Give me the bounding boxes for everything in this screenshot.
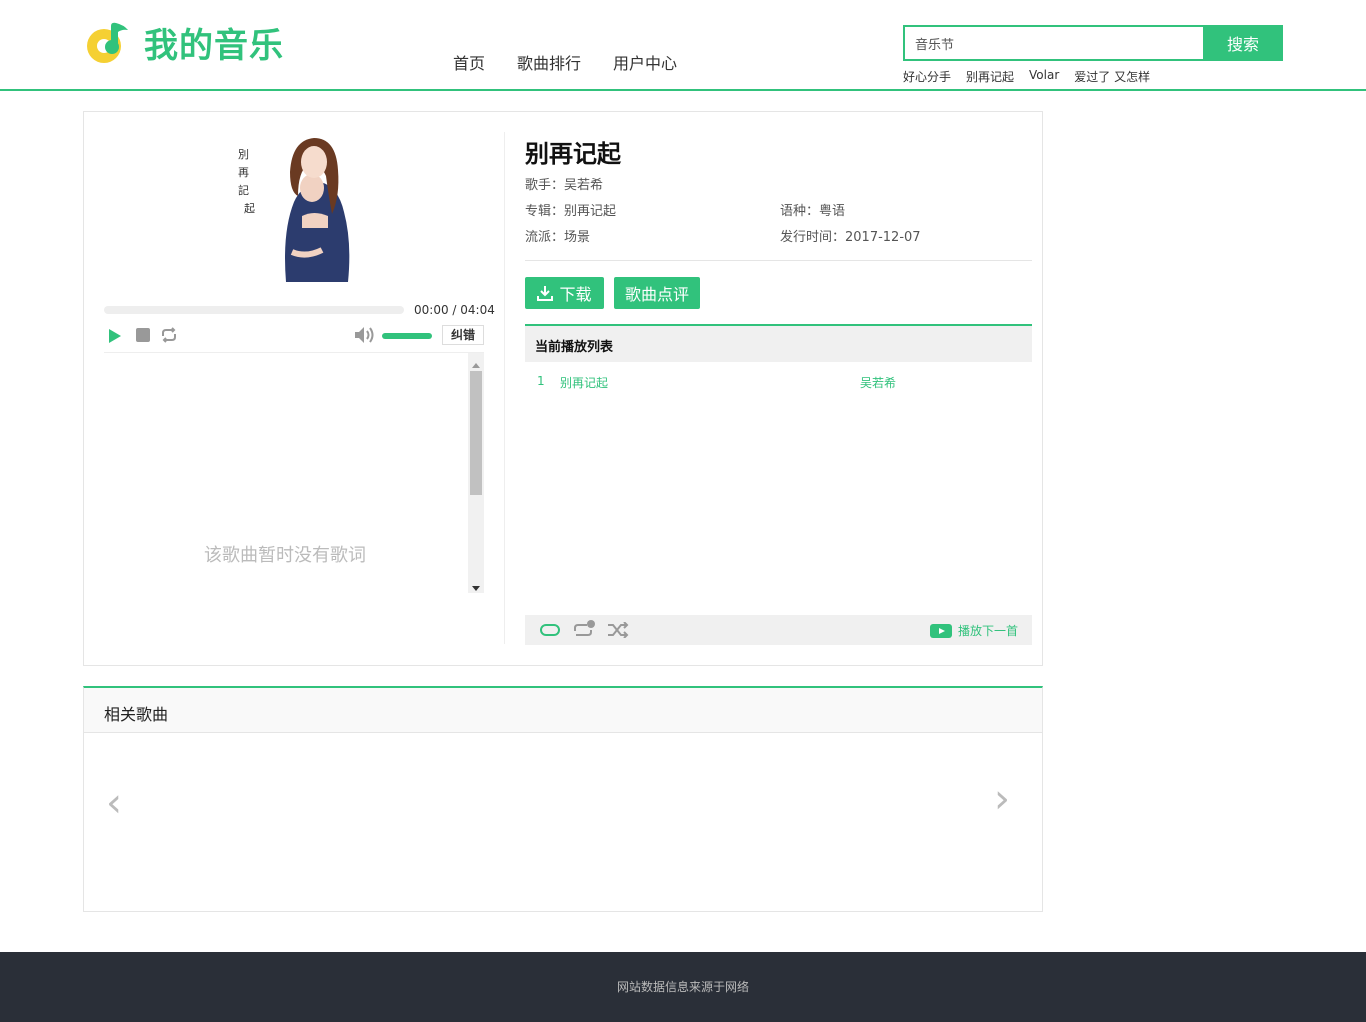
genre-info: 流派：场景	[525, 230, 591, 245]
download-button[interactable]: 下载	[525, 277, 604, 309]
loop-all-icon[interactable]	[539, 622, 561, 642]
album-cover: 別 再 記 起	[232, 132, 356, 284]
play-icon[interactable]	[108, 328, 122, 348]
search-button[interactable]: 搜索	[1203, 25, 1283, 61]
nav-home[interactable]: 首页	[453, 50, 485, 74]
play-next-icon	[929, 623, 952, 639]
play-next-button[interactable]: 播放下一首	[929, 622, 1018, 639]
playlist-index: 1	[537, 374, 545, 388]
carousel-next-icon[interactable]: ›	[994, 776, 1010, 822]
logo[interactable]: 我的音乐	[84, 18, 284, 67]
search-input[interactable]	[903, 25, 1203, 61]
footer-text: 网站数据信息来源于网络	[616, 980, 749, 994]
related-songs-panel: 相关歌曲 ‹ ›	[83, 686, 1043, 912]
footer: 网站数据信息来源于网络	[0, 952, 1366, 1022]
album-link[interactable]: 别再记起	[564, 204, 616, 219]
scroll-up-icon[interactable]	[472, 357, 480, 372]
song-title: 别再记起	[525, 140, 621, 168]
stop-icon[interactable]	[136, 328, 150, 346]
lyrics-empty-text: 该歌曲暂时没有歌词	[204, 545, 366, 566]
volume-slider[interactable]	[382, 333, 432, 339]
playlist-header: 当前播放列表	[525, 324, 1032, 362]
volume-icon[interactable]	[354, 326, 376, 348]
nav-ranking[interactable]: 歌曲排行	[517, 50, 581, 74]
repeat-icon[interactable]	[160, 327, 178, 347]
time-display: 00:00 / 04:04	[414, 303, 495, 317]
carousel-prev-icon[interactable]: ‹	[106, 780, 122, 826]
playlist-song-name[interactable]: 别再记起	[560, 374, 608, 391]
download-icon	[537, 285, 554, 301]
player-panel: 別 再 記 起 00:00 / 04:04 纠错 该歌曲暂时没有歌词 别再记起 …	[83, 111, 1043, 666]
lyrics-panel: 该歌曲暂时没有歌词	[104, 352, 484, 594]
brand-name: 我的音乐	[144, 26, 284, 66]
song-comment-button[interactable]: 歌曲点评	[614, 277, 700, 309]
report-error-button[interactable]: 纠错	[442, 325, 484, 345]
album-info: 专辑：别再记起	[525, 204, 617, 219]
playlist-toolbar: 播放下一首	[525, 615, 1032, 645]
singer-info: 歌手：吴若希	[525, 178, 604, 193]
related-songs-title: 相关歌曲	[84, 688, 1042, 733]
music-note-icon	[84, 20, 130, 66]
hot-search-link[interactable]: Volar	[1029, 68, 1059, 85]
language-info: 语种：粤语	[780, 204, 846, 219]
scroll-down-icon[interactable]	[472, 581, 480, 596]
player-controls: 纠错	[104, 325, 484, 351]
hot-search-link[interactable]: 别再记起	[966, 68, 1014, 85]
singer-link[interactable]: 吴若希	[564, 178, 603, 193]
total-time: 04:04	[460, 303, 495, 317]
release-date-info: 发行时间：2017-12-07	[780, 230, 921, 245]
playlist-artist[interactable]: 吴若希	[860, 374, 896, 391]
lyrics-scrollbar[interactable]	[468, 353, 484, 593]
search-bar: 搜索	[903, 25, 1283, 61]
panel-divider	[504, 132, 505, 644]
header: 我的音乐 首页 歌曲排行 用户中心 搜索 好心分手 别再记起 Volar 爱过了…	[0, 0, 1366, 91]
loop-one-icon[interactable]	[572, 619, 596, 643]
meta-divider	[525, 260, 1032, 261]
hot-search-link[interactable]: 爱过了 又怎样	[1074, 68, 1150, 85]
hot-search-link[interactable]: 好心分手	[903, 68, 951, 85]
playlist-row[interactable]: 1 别再记起 吴若希	[525, 374, 1032, 394]
main-nav: 首页 歌曲排行 用户中心	[453, 50, 709, 74]
nav-user-center[interactable]: 用户中心	[613, 50, 677, 74]
cover-title-text: 別 再 記 起	[238, 148, 255, 215]
progress-bar[interactable]	[104, 306, 404, 314]
scroll-thumb[interactable]	[470, 371, 482, 495]
shuffle-icon[interactable]	[607, 621, 629, 642]
current-time: 00:00	[414, 303, 449, 317]
hot-searches: 好心分手 别再记起 Volar 爱过了 又怎样	[903, 68, 1165, 85]
